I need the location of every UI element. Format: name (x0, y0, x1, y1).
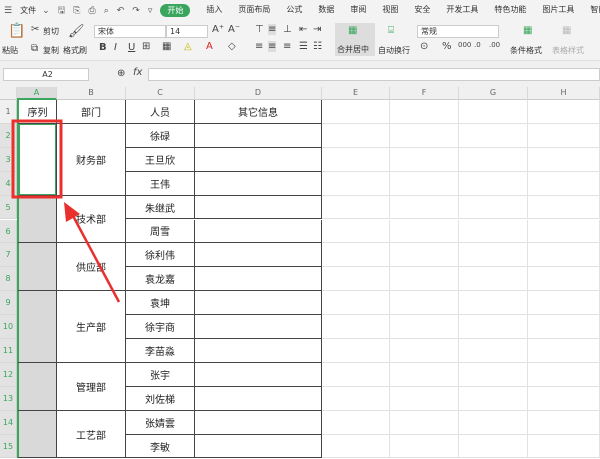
arrow-head-icon (64, 202, 80, 222)
arrow-shaft (70, 213, 121, 303)
annotation-layer (11, 119, 121, 303)
highlight-box (11, 119, 63, 199)
